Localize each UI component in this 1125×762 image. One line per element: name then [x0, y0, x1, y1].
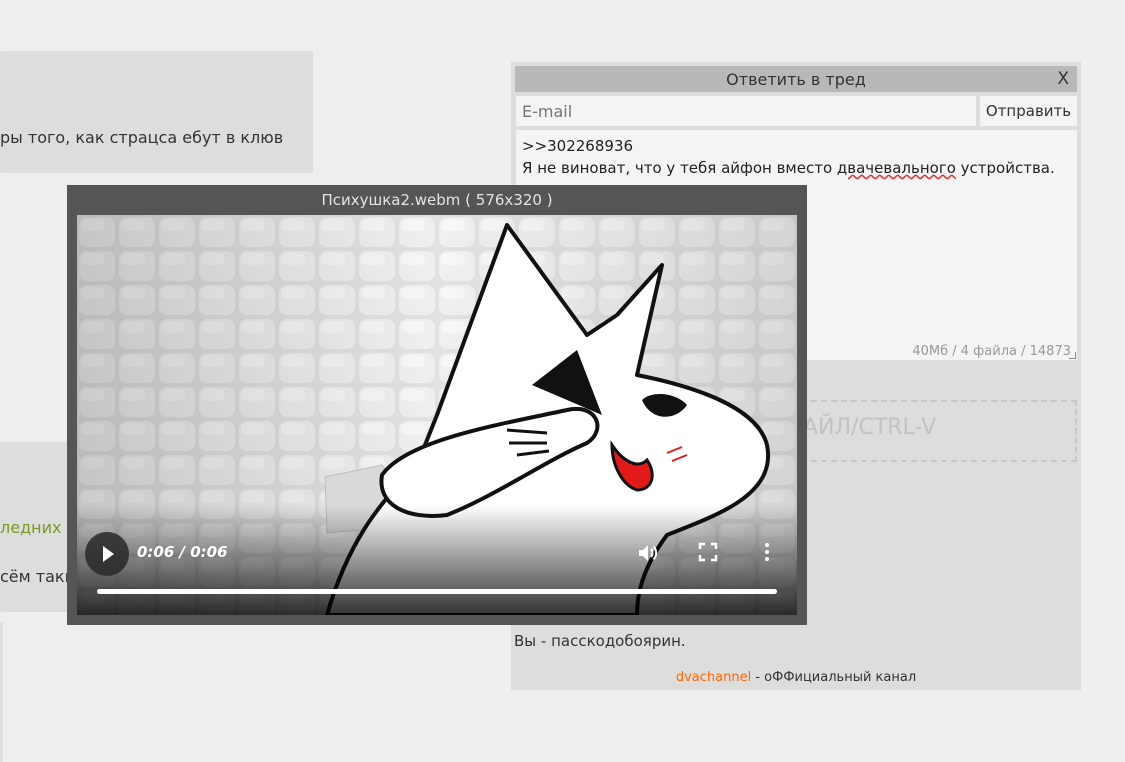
volume-icon[interactable] — [637, 542, 659, 564]
footer-text: - оФФициальный канал — [751, 670, 917, 685]
thread-post: ледних сём таки — [0, 442, 75, 612]
message-text: устройства. — [955, 159, 1055, 177]
thread-post — [0, 622, 3, 762]
message-reply-link: >>302268936 — [522, 137, 634, 155]
misspelled-word: двачевального — [836, 159, 956, 177]
upload-limits: 40Мб / 4 файла / 14873 — [912, 344, 1071, 359]
close-button[interactable]: X — [1057, 69, 1069, 89]
thread-post: ры того, как страцса ебут в клюв — [0, 51, 313, 173]
progress-fill — [97, 589, 777, 594]
fullscreen-icon[interactable] — [698, 542, 718, 562]
footer: dvachannel - оФФициальный канал — [511, 670, 1081, 685]
email-field[interactable] — [516, 96, 976, 126]
message-text: Я не виноват, что у тебя айфон вместо — [522, 159, 837, 177]
video-popup[interactable]: Психушка2.webm ( 576x320 ) 0:06 / 0:06 — [67, 185, 807, 625]
progress-bar[interactable] — [97, 589, 777, 594]
message-line: Я не виноват, что у тебя айфон вместо дв… — [522, 159, 1055, 177]
drop-zone-label: АЙЛ/CTRL-V — [803, 415, 937, 440]
post-text: ры того, как страцса ебут в клюв — [0, 128, 284, 147]
resize-handle-icon[interactable] — [1069, 352, 1076, 359]
post-text: сём таки — [0, 567, 75, 586]
video-player[interactable]: 0:06 / 0:06 — [77, 215, 797, 615]
video-title: Психушка2.webm ( 576x320 ) — [321, 191, 553, 209]
post-greentext: ледних — [0, 518, 62, 537]
channel-link[interactable]: dvachannel — [676, 670, 751, 685]
reply-form-title: Ответить в тред — [726, 70, 866, 89]
passcode-status: Вы - пасскодобоярин. — [514, 632, 686, 650]
video-time: 0:06 / 0:06 — [137, 543, 228, 561]
play-button[interactable] — [85, 532, 129, 576]
video-controls: 0:06 / 0:06 — [77, 505, 797, 615]
submit-button[interactable]: Отправить — [980, 96, 1077, 126]
more-icon[interactable] — [761, 542, 773, 562]
reply-form-header[interactable]: Ответить в тред X — [515, 66, 1077, 92]
